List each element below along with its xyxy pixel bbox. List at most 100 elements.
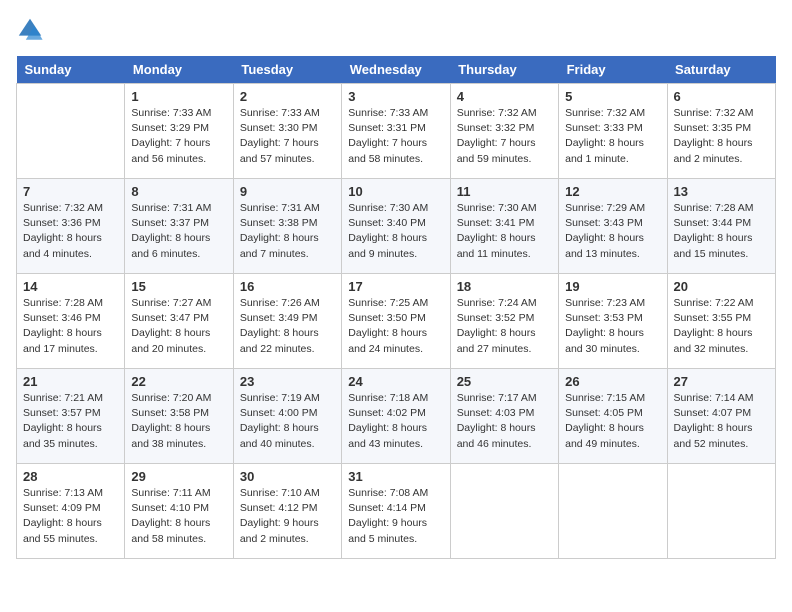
day-info: Sunrise: 7:14 AM Sunset: 4:07 PM Dayligh… — [674, 391, 769, 452]
calendar-cell: 15 Sunrise: 7:27 AM Sunset: 3:47 PM Dayli… — [125, 274, 233, 369]
col-header-tuesday: Tuesday — [233, 56, 341, 84]
calendar-cell: 11 Sunrise: 7:30 AM Sunset: 3:41 PM Dayli… — [450, 179, 558, 274]
calendar-header-row: SundayMondayTuesdayWednesdayThursdayFrid… — [17, 56, 776, 84]
calendar-cell: 3 Sunrise: 7:33 AM Sunset: 3:31 PM Daylig… — [342, 84, 450, 179]
day-info: Sunrise: 7:08 AM Sunset: 4:14 PM Dayligh… — [348, 486, 443, 547]
calendar-cell: 18 Sunrise: 7:24 AM Sunset: 3:52 PM Dayli… — [450, 274, 558, 369]
day-info: Sunrise: 7:17 AM Sunset: 4:03 PM Dayligh… — [457, 391, 552, 452]
calendar-cell — [667, 464, 775, 559]
calendar-cell: 28 Sunrise: 7:13 AM Sunset: 4:09 PM Dayli… — [17, 464, 125, 559]
col-header-sunday: Sunday — [17, 56, 125, 84]
calendar-cell: 13 Sunrise: 7:28 AM Sunset: 3:44 PM Dayli… — [667, 179, 775, 274]
day-number: 24 — [348, 374, 443, 389]
col-header-monday: Monday — [125, 56, 233, 84]
day-number: 11 — [457, 184, 552, 199]
day-number: 26 — [565, 374, 660, 389]
calendar-cell: 23 Sunrise: 7:19 AM Sunset: 4:00 PM Dayli… — [233, 369, 341, 464]
day-number: 31 — [348, 469, 443, 484]
calendar-cell — [17, 84, 125, 179]
calendar-cell: 27 Sunrise: 7:14 AM Sunset: 4:07 PM Dayli… — [667, 369, 775, 464]
day-info: Sunrise: 7:13 AM Sunset: 4:09 PM Dayligh… — [23, 486, 118, 547]
day-number: 14 — [23, 279, 118, 294]
calendar-cell — [559, 464, 667, 559]
calendar-cell: 4 Sunrise: 7:32 AM Sunset: 3:32 PM Daylig… — [450, 84, 558, 179]
day-info: Sunrise: 7:30 AM Sunset: 3:41 PM Dayligh… — [457, 201, 552, 262]
day-number: 25 — [457, 374, 552, 389]
day-info: Sunrise: 7:20 AM Sunset: 3:58 PM Dayligh… — [131, 391, 226, 452]
page-header — [16, 16, 776, 44]
day-info: Sunrise: 7:33 AM Sunset: 3:31 PM Dayligh… — [348, 106, 443, 167]
day-info: Sunrise: 7:15 AM Sunset: 4:05 PM Dayligh… — [565, 391, 660, 452]
col-header-saturday: Saturday — [667, 56, 775, 84]
day-number: 13 — [674, 184, 769, 199]
calendar-cell: 7 Sunrise: 7:32 AM Sunset: 3:36 PM Daylig… — [17, 179, 125, 274]
day-number: 3 — [348, 89, 443, 104]
logo-icon — [16, 16, 44, 44]
calendar-cell: 29Sunrise: 7:11 AM Sunset: 4:10 PM Dayli… — [125, 464, 233, 559]
day-number: 16 — [240, 279, 335, 294]
calendar-cell: 22 Sunrise: 7:20 AM Sunset: 3:58 PM Dayli… — [125, 369, 233, 464]
day-info: Sunrise: 7:32 AM Sunset: 3:35 PM Dayligh… — [674, 106, 769, 167]
day-number: 28 — [23, 469, 118, 484]
calendar-cell: 21 Sunrise: 7:21 AM Sunset: 3:57 PM Dayli… — [17, 369, 125, 464]
day-number: 8 — [131, 184, 226, 199]
day-number: 18 — [457, 279, 552, 294]
calendar-cell: 25 Sunrise: 7:17 AM Sunset: 4:03 PM Dayli… — [450, 369, 558, 464]
day-info: Sunrise: 7:31 AM Sunset: 3:38 PM Dayligh… — [240, 201, 335, 262]
calendar-cell: 6 Sunrise: 7:32 AM Sunset: 3:35 PM Daylig… — [667, 84, 775, 179]
day-number: 21 — [23, 374, 118, 389]
calendar-week-row: 21 Sunrise: 7:21 AM Sunset: 3:57 PM Dayli… — [17, 369, 776, 464]
calendar-cell: 9 Sunrise: 7:31 AM Sunset: 3:38 PM Daylig… — [233, 179, 341, 274]
day-info: Sunrise: 7:32 AM Sunset: 3:33 PM Dayligh… — [565, 106, 660, 167]
day-info: Sunrise: 7:11 AM Sunset: 4:10 PM Dayligh… — [131, 486, 226, 547]
day-info: Sunrise: 7:30 AM Sunset: 3:40 PM Dayligh… — [348, 201, 443, 262]
calendar-cell: 30Sunrise: 7:10 AM Sunset: 4:12 PM Dayli… — [233, 464, 341, 559]
day-info: Sunrise: 7:19 AM Sunset: 4:00 PM Dayligh… — [240, 391, 335, 452]
calendar-cell: 12Sunrise: 7:29 AM Sunset: 3:43 PM Dayli… — [559, 179, 667, 274]
day-number: 12 — [565, 184, 660, 199]
calendar-cell: 31 Sunrise: 7:08 AM Sunset: 4:14 PM Dayli… — [342, 464, 450, 559]
day-number: 17 — [348, 279, 443, 294]
calendar-cell: 20 Sunrise: 7:22 AM Sunset: 3:55 PM Dayli… — [667, 274, 775, 369]
day-number: 4 — [457, 89, 552, 104]
calendar-cell: 8Sunrise: 7:31 AM Sunset: 3:37 PM Daylig… — [125, 179, 233, 274]
col-header-friday: Friday — [559, 56, 667, 84]
day-info: Sunrise: 7:21 AM Sunset: 3:57 PM Dayligh… — [23, 391, 118, 452]
calendar-week-row: 14Sunrise: 7:28 AM Sunset: 3:46 PM Dayli… — [17, 274, 776, 369]
day-info: Sunrise: 7:33 AM Sunset: 3:29 PM Dayligh… — [131, 106, 226, 167]
day-number: 9 — [240, 184, 335, 199]
day-info: Sunrise: 7:32 AM Sunset: 3:36 PM Dayligh… — [23, 201, 118, 262]
day-number: 15 — [131, 279, 226, 294]
day-number: 2 — [240, 89, 335, 104]
calendar-cell: 19Sunrise: 7:23 AM Sunset: 3:53 PM Dayli… — [559, 274, 667, 369]
calendar-cell: 26 Sunrise: 7:15 AM Sunset: 4:05 PM Dayli… — [559, 369, 667, 464]
calendar-week-row: 1 Sunrise: 7:33 AM Sunset: 3:29 PM Daylig… — [17, 84, 776, 179]
day-info: Sunrise: 7:28 AM Sunset: 3:44 PM Dayligh… — [674, 201, 769, 262]
day-number: 23 — [240, 374, 335, 389]
calendar-cell: 2 Sunrise: 7:33 AM Sunset: 3:30 PM Daylig… — [233, 84, 341, 179]
day-info: Sunrise: 7:32 AM Sunset: 3:32 PM Dayligh… — [457, 106, 552, 167]
calendar-body: 1 Sunrise: 7:33 AM Sunset: 3:29 PM Daylig… — [17, 84, 776, 559]
day-number: 27 — [674, 374, 769, 389]
day-info: Sunrise: 7:24 AM Sunset: 3:52 PM Dayligh… — [457, 296, 552, 357]
col-header-thursday: Thursday — [450, 56, 558, 84]
calendar-cell: 24 Sunrise: 7:18 AM Sunset: 4:02 PM Dayli… — [342, 369, 450, 464]
day-number: 1 — [131, 89, 226, 104]
day-number: 7 — [23, 184, 118, 199]
calendar-week-row: 28 Sunrise: 7:13 AM Sunset: 4:09 PM Dayli… — [17, 464, 776, 559]
day-info: Sunrise: 7:22 AM Sunset: 3:55 PM Dayligh… — [674, 296, 769, 357]
day-info: Sunrise: 7:33 AM Sunset: 3:30 PM Dayligh… — [240, 106, 335, 167]
col-header-wednesday: Wednesday — [342, 56, 450, 84]
calendar-table: SundayMondayTuesdayWednesdayThursdayFrid… — [16, 56, 776, 559]
calendar-cell: 16Sunrise: 7:26 AM Sunset: 3:49 PM Dayli… — [233, 274, 341, 369]
day-number: 19 — [565, 279, 660, 294]
calendar-cell: 14Sunrise: 7:28 AM Sunset: 3:46 PM Dayli… — [17, 274, 125, 369]
logo — [16, 16, 46, 44]
calendar-week-row: 7 Sunrise: 7:32 AM Sunset: 3:36 PM Daylig… — [17, 179, 776, 274]
day-info: Sunrise: 7:18 AM Sunset: 4:02 PM Dayligh… — [348, 391, 443, 452]
calendar-cell: 5Sunrise: 7:32 AM Sunset: 3:33 PM Daylig… — [559, 84, 667, 179]
day-info: Sunrise: 7:27 AM Sunset: 3:47 PM Dayligh… — [131, 296, 226, 357]
day-number: 20 — [674, 279, 769, 294]
day-number: 6 — [674, 89, 769, 104]
day-number: 22 — [131, 374, 226, 389]
